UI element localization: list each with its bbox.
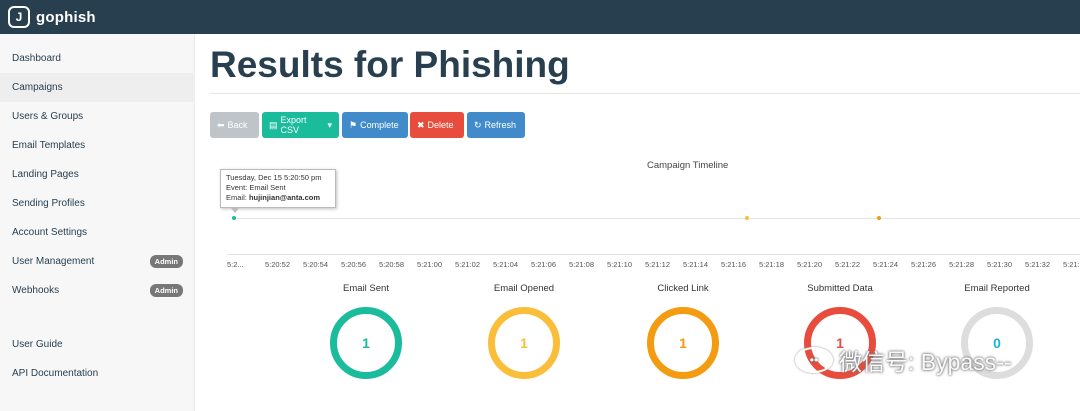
tooltip-email: hujinjian@anta.com [248, 193, 321, 202]
timeline-tick-label: 5:21:12 [645, 260, 671, 269]
sidebar-item-label: Users & Groups [12, 111, 84, 122]
sidebar-item-label: User Management [12, 256, 95, 267]
watermark-text: 微信号: Bypass-- [839, 349, 1012, 375]
timeline-tick-label: 5:21:08 [569, 260, 595, 269]
export-csv-button-label: Export CSV [280, 115, 307, 135]
sidebar-item-email-templates[interactable]: Email Templates [0, 131, 195, 160]
stat-label: Email Opened [493, 283, 555, 294]
timeline-tick-label: 5:21:14 [683, 260, 709, 269]
timeline-tick-label: 5:21:16 [721, 260, 747, 269]
timeline-tick-label: 5:21:32 [1025, 260, 1051, 269]
back-button-label: Back [227, 120, 248, 130]
timeline-tooltip: Tuesday, Dec 15 5:20:50 pm Event: Email … [220, 169, 336, 208]
flag-icon: ⚑ [349, 119, 358, 130]
timeline-tick-label: 5:21:10 [607, 260, 633, 269]
complete-button-label: Complete [360, 120, 399, 130]
brand-name[interactable]: gophish [36, 9, 96, 26]
tooltip-date: Tuesday, Dec 15 5:20:50 pm [226, 173, 322, 182]
timeline-track [232, 218, 1080, 219]
sidebar-item-label: User Guide [12, 339, 63, 350]
admin-badge: Admin [149, 255, 183, 268]
tooltip-email-label: Email: [226, 193, 247, 202]
delete-button-label: Delete [427, 120, 454, 130]
timeline-tick-label: 5:21:26 [911, 260, 937, 269]
timeline-event-opened[interactable] [745, 216, 749, 220]
file-icon: ▤ [269, 119, 278, 130]
stat-email-opened[interactable]: Email Opened 1 [444, 283, 604, 379]
title-divider [210, 93, 1080, 94]
sidebar-item-dashboard[interactable]: Dashboard [0, 44, 195, 73]
watermark: •• 微信号: Bypass-- [795, 343, 1012, 377]
stat-label: Clicked Link [657, 283, 709, 294]
wechat-icon: •• [795, 347, 833, 373]
admin-badge: Admin [149, 284, 183, 297]
stat-value: 1 [520, 335, 528, 351]
stat-label: Email Sent [343, 283, 389, 294]
refresh-icon: ↻ [474, 119, 482, 130]
stat-label: Email Reported [964, 283, 1030, 294]
sidebar-item-label: Campaigns [12, 82, 63, 93]
tooltip-tail [231, 208, 239, 213]
timeline-tick-label: 5:2... [227, 260, 244, 269]
gophish-logo-icon[interactable]: J [8, 6, 30, 28]
back-button[interactable]: ⬅ Back [210, 112, 259, 138]
sidebar-item-sending-profiles[interactable]: Sending Profiles [0, 189, 195, 218]
complete-button[interactable]: ⚑ Complete [342, 112, 408, 138]
sidebar-item-user-management[interactable]: User Management Admin [0, 247, 195, 276]
sidebar-item-label: Landing Pages [12, 169, 79, 180]
refresh-button[interactable]: ↻ Refresh [467, 112, 525, 138]
timeline-tick-label: 5:21:20 [797, 260, 823, 269]
timeline-tick-label: 5:21:30 [987, 260, 1013, 269]
stat-value: 1 [362, 335, 370, 351]
timeline-event-sent[interactable] [232, 216, 236, 220]
timeline-event-clicked[interactable] [877, 216, 881, 220]
timeline-tick-label: 5:21:24 [873, 260, 899, 269]
timeline-tick-label: 5:21:28 [949, 260, 975, 269]
sidebar-item-webhooks[interactable]: Webhooks Admin [0, 276, 195, 305]
sidebar-item-user-guide[interactable]: User Guide [0, 330, 195, 359]
sidebar-item-campaigns[interactable]: Campaigns [0, 73, 195, 102]
stat-ring: 1 [647, 307, 719, 379]
sidebar-item-label: Account Settings [12, 227, 88, 238]
sidebar-item-landing-pages[interactable]: Landing Pages [0, 160, 195, 189]
stat-ring: 1 [330, 307, 402, 379]
timeline-tick-label: 5:21:06 [531, 260, 557, 269]
timeline-tick-label: 5:20:52 [265, 260, 291, 269]
timeline-axis [227, 254, 1080, 255]
trash-icon: ✖ [417, 119, 425, 130]
timeline-tick-label: 5:21:02 [455, 260, 481, 269]
sidebar-item-label: Email Templates [12, 140, 86, 151]
tooltip-email-row: Email: hujinjian@anta.com [226, 193, 330, 203]
timeline-tick-label: 5:21:34 [1063, 260, 1080, 269]
timeline-tick-label: 5:20:58 [379, 260, 405, 269]
sidebar-item-label: Sending Profiles [12, 198, 85, 209]
delete-button[interactable]: ✖ Delete [410, 112, 464, 138]
sidebar: Dashboard Campaigns Users & Groups Email… [0, 34, 195, 411]
tooltip-event: Event: Email Sent [226, 183, 286, 192]
sidebar-item-label: Dashboard [12, 53, 61, 64]
timeline-tick-label: 5:21:22 [835, 260, 861, 269]
stat-value: 1 [679, 335, 687, 351]
arrow-left-circle-icon: ⬅ [217, 119, 225, 130]
export-csv-button[interactable]: ▤ Export CSV ▾ [262, 112, 339, 138]
sidebar-item-account-settings[interactable]: Account Settings [0, 218, 195, 247]
timeline-tick-label: 5:20:54 [303, 260, 329, 269]
timeline-tick-label: 5:21:04 [493, 260, 519, 269]
stat-ring: 1 [488, 307, 560, 379]
refresh-button-label: Refresh [484, 120, 517, 130]
top-navbar: J gophish [0, 0, 1080, 34]
sidebar-item-api-documentation[interactable]: API Documentation [0, 359, 195, 388]
timeline-tick-label: 5:21:18 [759, 260, 785, 269]
sidebar-item-label: API Documentation [12, 368, 99, 379]
sidebar-item-label: Webhooks [12, 285, 60, 296]
caret-down-icon: ▾ [327, 119, 332, 130]
timeline-title: Campaign Timeline [647, 160, 729, 171]
page-title: Results for Phishing [210, 44, 570, 85]
timeline-tick-label: 5:21:00 [417, 260, 443, 269]
stat-clicked-link[interactable]: Clicked Link 1 [603, 283, 763, 379]
sidebar-item-users-groups[interactable]: Users & Groups [0, 102, 195, 131]
stat-label: Submitted Data [807, 283, 873, 294]
timeline-tick-label: 5:20:56 [341, 260, 367, 269]
stat-email-sent[interactable]: Email Sent 1 [286, 283, 446, 379]
